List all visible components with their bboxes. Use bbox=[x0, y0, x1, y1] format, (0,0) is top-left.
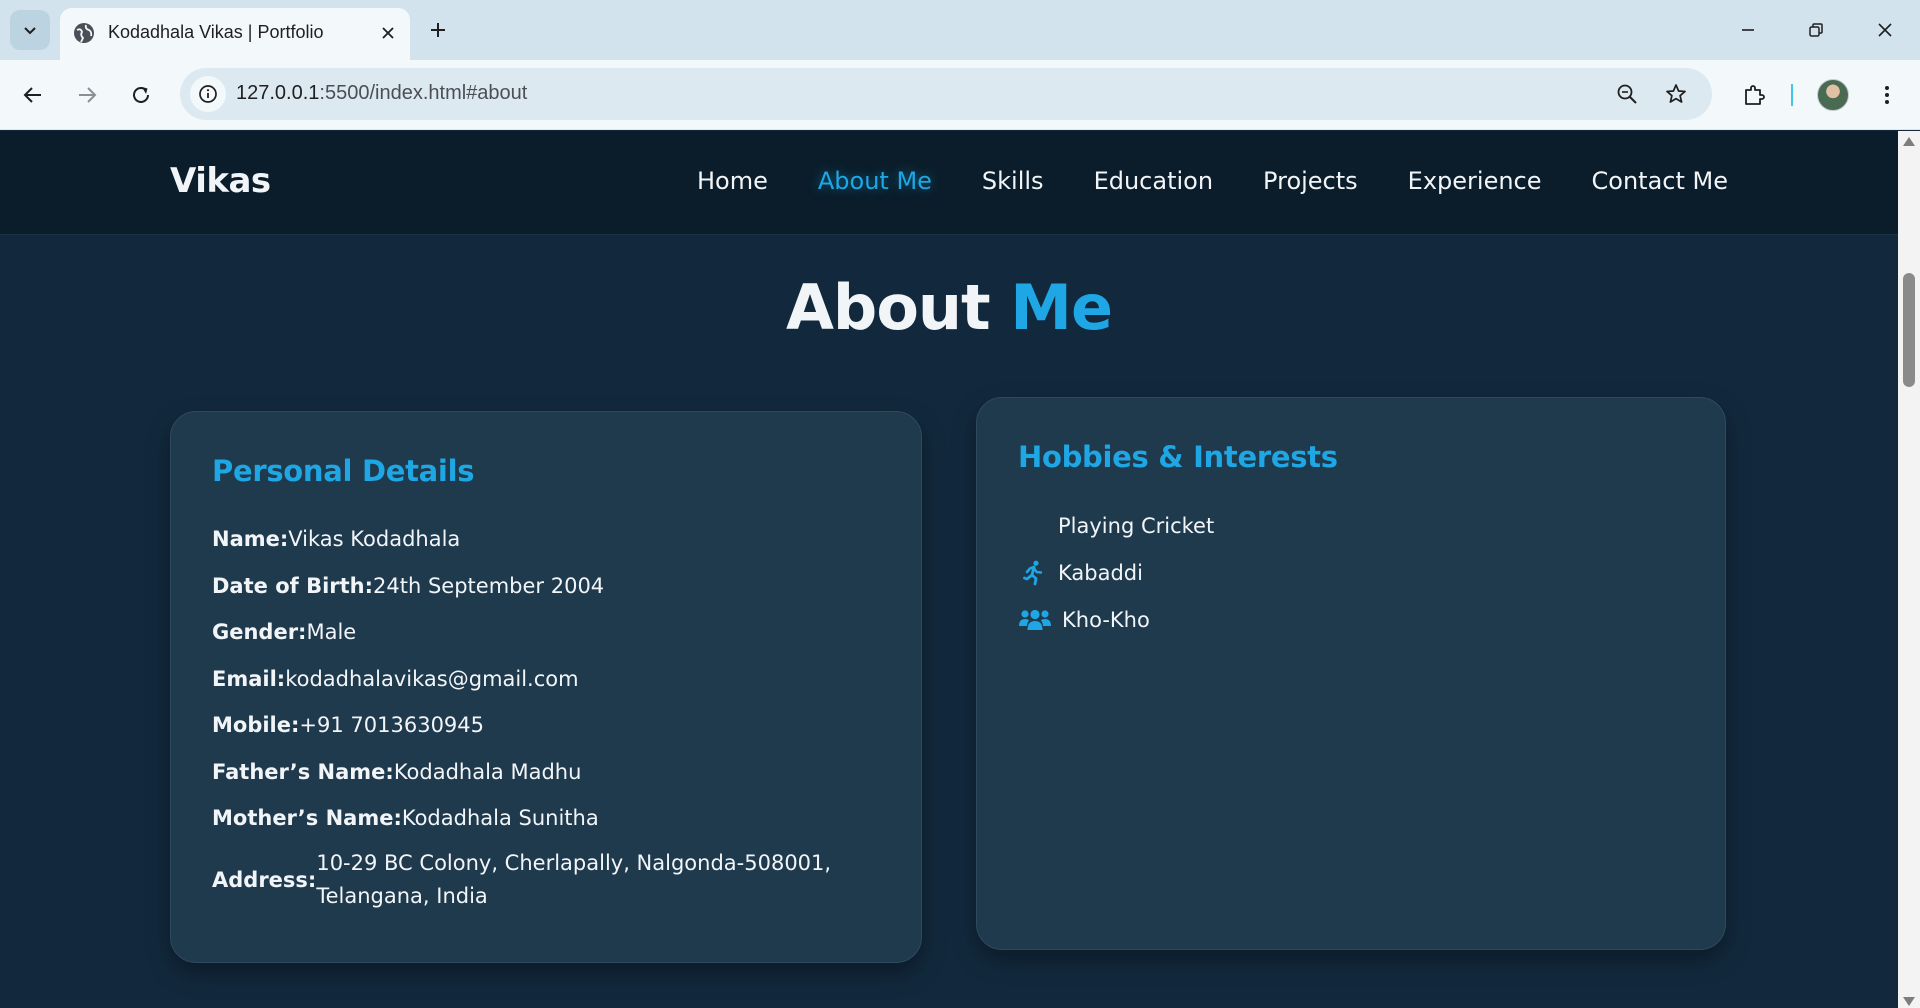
reload-button[interactable] bbox=[124, 78, 158, 112]
detail-key: Gender: bbox=[212, 620, 307, 645]
page-scrollbar[interactable] bbox=[1898, 131, 1920, 1008]
extensions-button[interactable] bbox=[1737, 78, 1771, 112]
tab-title: Kodadhala Vikas | Portfolio bbox=[108, 22, 324, 42]
detail-value: Male bbox=[306, 620, 357, 645]
detail-value: Vikas Kodadhala bbox=[288, 527, 461, 552]
nav-home[interactable]: Home bbox=[697, 167, 768, 195]
detail-value: 10-29 BC Colony, Cherlapally, Nalgonda-5… bbox=[316, 850, 832, 908]
detail-value: Kodadhala Sunitha bbox=[401, 806, 599, 831]
hobbies-list: Playing Cricket Kabaddi Kho-Kho bbox=[1018, 502, 1214, 643]
hobby-label: Playing Cricket bbox=[1058, 513, 1215, 538]
arrow-left-icon bbox=[23, 87, 41, 103]
close-tab-button[interactable] bbox=[376, 21, 400, 45]
personal-details-card: Personal Details Name: Vikas Kodadhala Da… bbox=[170, 411, 922, 963]
page-viewport: Vikas Home About Me Skills Education Pro… bbox=[0, 131, 1898, 1008]
hobby-label: Kabaddi bbox=[1058, 560, 1143, 585]
detail-value: 24th September 2004 bbox=[373, 573, 605, 598]
back-button[interactable] bbox=[16, 78, 50, 112]
hobby-item-kabaddi: Kabaddi bbox=[1018, 549, 1214, 596]
forward-button[interactable] bbox=[70, 78, 104, 112]
hobby-item-kho-kho: Kho-Kho bbox=[1018, 596, 1214, 643]
minimize-icon bbox=[1742, 29, 1754, 31]
star-icon bbox=[1666, 84, 1686, 103]
browser-toolbar: 127.0.0.1:5500/index.html#about bbox=[0, 60, 1920, 130]
detail-key: Date of Birth: bbox=[212, 573, 374, 598]
restore-icon bbox=[1809, 23, 1823, 37]
detail-row-mobile: Mobile: +91 7013630945 bbox=[212, 702, 882, 749]
nav-contact-me[interactable]: Contact Me bbox=[1592, 167, 1728, 195]
detail-row-name: Name: Vikas Kodadhala bbox=[212, 516, 882, 563]
detail-row-address: Address: 10-29 BC Colony, Cherlapally, Na… bbox=[212, 842, 882, 918]
cricket-icon bbox=[1018, 511, 1048, 541]
close-window-button[interactable] bbox=[1870, 15, 1900, 45]
new-tab-button[interactable] bbox=[424, 16, 452, 44]
detail-value: kodadhalavikas@gmail.com bbox=[285, 666, 579, 691]
site-header: Vikas Home About Me Skills Education Pro… bbox=[0, 131, 1898, 235]
section-title-accent: Me bbox=[1010, 271, 1113, 344]
plus-icon bbox=[431, 23, 445, 37]
detail-row-father: Father’s Name: Kodadhala Madhu bbox=[212, 749, 882, 796]
hobbies-heading: Hobbies & Interests bbox=[1018, 440, 1338, 474]
detail-row-gender: Gender: Male bbox=[212, 609, 882, 656]
scroll-down-arrow-icon[interactable] bbox=[1903, 997, 1915, 1006]
detail-value: +91 7013630945 bbox=[299, 713, 485, 738]
bookmark-button[interactable] bbox=[1662, 80, 1690, 108]
scroll-up-arrow-icon[interactable] bbox=[1903, 137, 1915, 146]
zoom-out-icon bbox=[1617, 84, 1637, 104]
site-info-button[interactable] bbox=[190, 76, 226, 112]
tab-search-button[interactable] bbox=[10, 10, 50, 50]
address-bar[interactable]: 127.0.0.1:5500/index.html#about bbox=[180, 68, 1712, 120]
detail-key: Address: bbox=[212, 867, 317, 892]
personal-details-list: Name: Vikas Kodadhala Date of Birth: 24th … bbox=[212, 516, 882, 918]
detail-row-email: Email: kodadhalavikas@gmail.com bbox=[212, 656, 882, 703]
browser-menu-button[interactable] bbox=[1870, 78, 1904, 112]
profile-avatar[interactable] bbox=[1817, 79, 1849, 111]
scrollbar-thumb[interactable] bbox=[1903, 273, 1915, 387]
hobbies-card: Hobbies & Interests Playing Cricket Kaba… bbox=[976, 397, 1726, 950]
url-text: 127.0.0.1:5500/index.html#about bbox=[236, 82, 528, 104]
chevron-down-icon bbox=[24, 27, 36, 35]
more-vert-icon bbox=[1885, 86, 1889, 104]
nav-skills[interactable]: Skills bbox=[982, 167, 1044, 195]
info-icon bbox=[199, 85, 217, 103]
detail-value: Kodadhala Madhu bbox=[393, 759, 582, 784]
detail-key: Mother’s Name: bbox=[212, 806, 402, 831]
arrow-right-icon bbox=[79, 87, 97, 103]
detail-row-mother: Mother’s Name: Kodadhala Sunitha bbox=[212, 795, 882, 842]
minimize-button[interactable] bbox=[1733, 15, 1763, 45]
detail-row-dob: Date of Birth: 24th September 2004 bbox=[212, 563, 882, 610]
restore-button[interactable] bbox=[1801, 15, 1831, 45]
nav-education[interactable]: Education bbox=[1094, 167, 1213, 195]
toolbar-divider bbox=[1791, 84, 1793, 106]
hobby-item-cricket: Playing Cricket bbox=[1018, 502, 1214, 549]
hobby-label: Kho-Kho bbox=[1062, 607, 1150, 632]
section-title: About Me bbox=[0, 271, 1898, 344]
main-navigation: Home About Me Skills Education Projects … bbox=[697, 167, 1728, 195]
nav-projects[interactable]: Projects bbox=[1263, 167, 1358, 195]
browser-tab-strip: Kodadhala Vikas | Portfolio bbox=[0, 0, 1920, 60]
browser-tab-active[interactable]: Kodadhala Vikas | Portfolio bbox=[60, 8, 410, 60]
personal-details-heading: Personal Details bbox=[212, 454, 475, 488]
running-person-icon bbox=[1018, 558, 1048, 588]
reload-icon bbox=[133, 86, 149, 103]
section-title-main: About bbox=[785, 271, 991, 344]
close-icon bbox=[382, 27, 394, 39]
detail-key: Email: bbox=[212, 666, 286, 691]
nav-experience[interactable]: Experience bbox=[1408, 167, 1542, 195]
close-icon bbox=[1878, 23, 1892, 37]
users-group-icon bbox=[1018, 605, 1052, 635]
site-logo[interactable]: Vikas bbox=[170, 161, 271, 201]
globe-icon bbox=[72, 21, 96, 45]
detail-key: Father’s Name: bbox=[212, 759, 394, 784]
detail-key: Mobile: bbox=[212, 713, 300, 738]
puzzle-icon bbox=[1745, 85, 1765, 105]
detail-key: Name: bbox=[212, 527, 289, 552]
zoom-button[interactable] bbox=[1613, 80, 1641, 108]
nav-about-me[interactable]: About Me bbox=[818, 167, 932, 195]
